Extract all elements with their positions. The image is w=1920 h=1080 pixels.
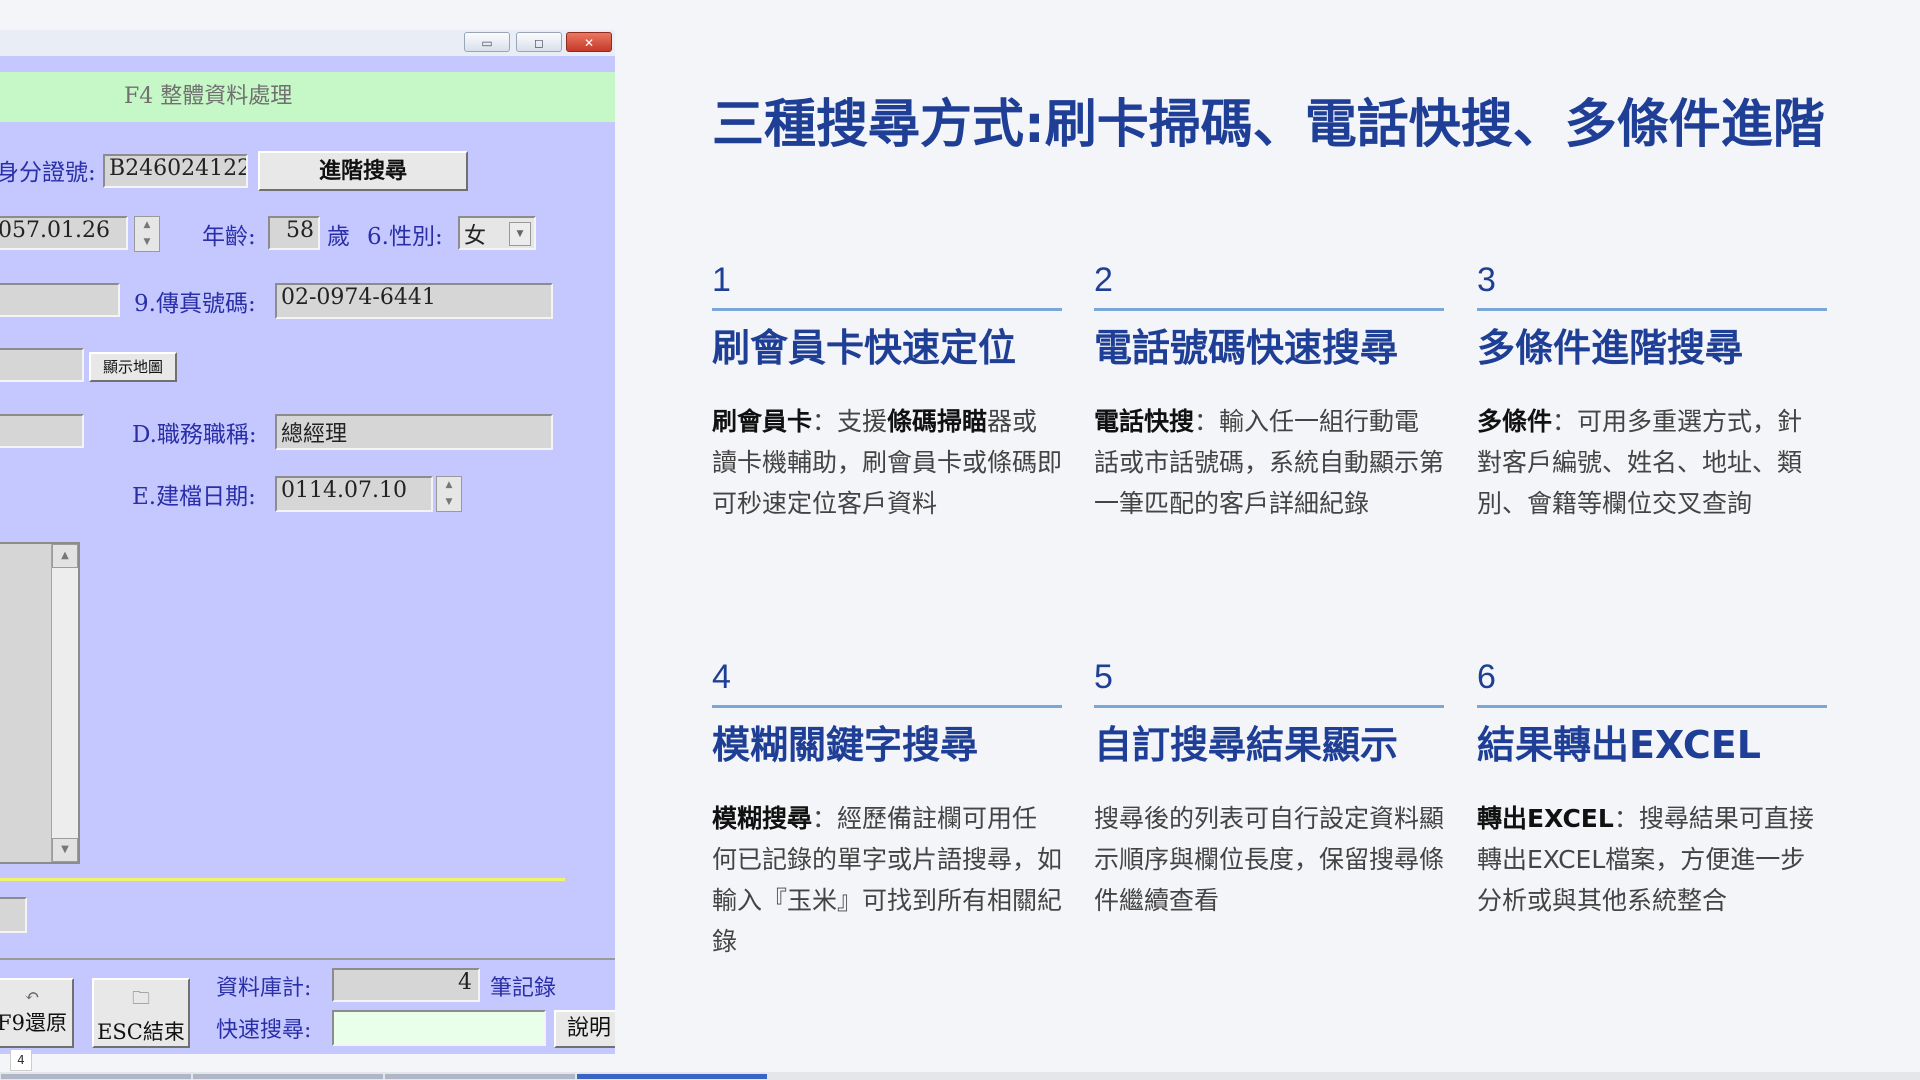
card-number: 1 bbox=[712, 261, 731, 299]
restore-label: F9還原 bbox=[0, 1011, 67, 1035]
progress-segment[interactable] bbox=[961, 1074, 1151, 1079]
gender-value: 女 bbox=[464, 224, 487, 249]
feature-card-1: 1 刷會員卡快速定位 刷會員卡：支援條碼掃瞄器或讀卡機輔助，刷會員卡或條碼即可秒… bbox=[712, 258, 1062, 524]
memo-scrollbar[interactable]: ▲ ▼ bbox=[51, 544, 78, 862]
job-title-field[interactable]: 總經理 bbox=[275, 414, 553, 450]
spin-up-icon[interactable]: ▲ bbox=[135, 217, 159, 234]
page-number-badge: 4 bbox=[10, 1049, 32, 1071]
created-date-label: E.建檔日期: bbox=[132, 484, 256, 510]
address-field[interactable] bbox=[0, 348, 84, 382]
age-field[interactable]: 58 bbox=[268, 216, 320, 250]
quick-search-input[interactable] bbox=[332, 1010, 546, 1046]
form-title: F4 整體資料處理 bbox=[0, 72, 615, 122]
scroll-down-icon[interactable]: ▼ bbox=[52, 838, 78, 862]
card-number: 3 bbox=[1477, 261, 1496, 299]
card-number: 5 bbox=[1094, 658, 1113, 696]
created-date-stepper[interactable]: ▲ ▼ bbox=[436, 476, 462, 512]
feature-card-2: 2 電話號碼快速搜尋 電話快搜：輸入任一組行動電話或市話號碼，系統自動顯示第一筆… bbox=[1094, 258, 1444, 524]
card-heading: 結果轉出EXCEL bbox=[1477, 723, 1761, 767]
card-heading: 模糊關鍵字搜尋 bbox=[712, 723, 979, 767]
feature-card-3: 3 多條件進階搜尋 多條件：可用多重選方式，針對客戶編號、姓名、地址、類別、會籍… bbox=[1477, 258, 1827, 524]
spin-down-icon[interactable]: ▼ bbox=[135, 234, 159, 251]
id-number-label: 身分證號: bbox=[0, 160, 96, 186]
card-number: 4 bbox=[712, 658, 731, 696]
card-description: 刷會員卡：支援條碼掃瞄器或讀卡機輔助，刷會員卡或條碼即可秒速定位客戶資料 bbox=[712, 407, 1063, 518]
progress-segment[interactable] bbox=[769, 1074, 959, 1079]
card-divider bbox=[1477, 705, 1827, 708]
card-description: 模糊搜尋：經歷備註欄可用任何已記錄的單字或片語搜尋，如輸入『玉米』可找到所有相關… bbox=[712, 804, 1063, 956]
memo-textarea[interactable]: ▲ ▼ bbox=[0, 542, 80, 864]
progress-segment[interactable] bbox=[1537, 1074, 1727, 1079]
fax-label: 9.傳真號碼: bbox=[134, 291, 256, 317]
window-titlebar: ▭ ◻ ✕ bbox=[0, 30, 615, 56]
close-button[interactable]: ✕ bbox=[566, 32, 612, 52]
card-number: 6 bbox=[1477, 658, 1496, 696]
help-button[interactable]: 說明 bbox=[554, 1010, 615, 1048]
chevron-down-icon[interactable]: ▼ bbox=[509, 222, 531, 246]
misc-field[interactable] bbox=[0, 897, 27, 933]
bottom-toolbar: ↶ F9還原 🗀 ESC結束 資料庫計: 4 筆記錄 快速搜尋: 說明 bbox=[0, 958, 615, 1054]
phone-field[interactable] bbox=[0, 283, 120, 317]
card-number: 2 bbox=[1094, 261, 1113, 299]
esc-label: ESC結束 bbox=[97, 1020, 185, 1044]
created-date-field[interactable]: 0114.07.10 bbox=[275, 476, 433, 512]
quick-search-label: 快速搜尋: bbox=[216, 1018, 312, 1043]
card-heading: 刷會員卡快速定位 bbox=[712, 326, 1017, 370]
records-unit: 筆記錄 bbox=[490, 976, 557, 1001]
feature-card-6: 6 結果轉出EXCEL 轉出EXCEL：搜尋結果可直接轉出EXCEL檔案，方便進… bbox=[1477, 655, 1827, 921]
id-number-field[interactable]: B246024122 bbox=[103, 154, 248, 188]
card-description: 多條件：可用多重選方式，針對客戶編號、姓名、地址、類別、會籍等欄位交叉查詢 bbox=[1477, 407, 1803, 518]
gender-select[interactable]: 女 ▼ bbox=[458, 216, 536, 250]
card-description: 電話快搜：輸入任一組行動電話或市話號碼，系統自動顯示第一筆匹配的客戶詳細紀錄 bbox=[1094, 407, 1445, 518]
card-description: 轉出EXCEL：搜尋結果可直接轉出EXCEL檔案，方便進一步分析或與其他系統整合 bbox=[1477, 804, 1814, 915]
progress-segment[interactable] bbox=[577, 1074, 767, 1079]
age-unit: 歲 bbox=[327, 224, 350, 250]
gender-label: 6.性別: bbox=[367, 224, 443, 250]
app-window: ▭ ◻ ✕ F4 整體資料處理 身分證號: B246024122 進階搜尋 05… bbox=[0, 30, 615, 1054]
progress-segment[interactable] bbox=[1153, 1074, 1343, 1079]
card-divider bbox=[712, 308, 1062, 311]
job-title-label: D.職務職稱: bbox=[132, 422, 257, 448]
fax-field[interactable]: 02-0974-6441 bbox=[275, 283, 553, 319]
company-field[interactable] bbox=[0, 414, 84, 448]
undo-icon: ↶ bbox=[24, 986, 40, 1007]
restore-button[interactable]: ↶ F9還原 bbox=[0, 978, 74, 1048]
records-label: 資料庫計: bbox=[216, 976, 312, 1001]
esc-exit-button[interactable]: 🗀 ESC結束 bbox=[92, 978, 190, 1048]
progress-segment[interactable] bbox=[1, 1074, 191, 1079]
card-divider bbox=[712, 705, 1062, 708]
maximize-button[interactable]: ◻ bbox=[516, 32, 562, 52]
age-label: 年齡: bbox=[202, 224, 256, 250]
feature-card-5: 5 自訂搜尋結果顯示 搜尋後的列表可自行設定資料顯示順序與欄位長度，保留搜尋條件… bbox=[1094, 655, 1444, 921]
birth-date-stepper[interactable]: ▲ ▼ bbox=[134, 216, 160, 252]
advanced-search-button[interactable]: 進階搜尋 bbox=[258, 151, 468, 191]
folder-icon: 🗀 bbox=[132, 988, 150, 1009]
scroll-up-icon[interactable]: ▲ bbox=[52, 544, 78, 568]
show-map-button[interactable]: 顯示地圖 bbox=[89, 352, 177, 382]
spin-up-icon[interactable]: ▲ bbox=[437, 477, 461, 494]
feature-card-4: 4 模糊關鍵字搜尋 模糊搜尋：經歷備註欄可用任何已記錄的單字或片語搜尋，如輸入『… bbox=[712, 655, 1062, 962]
divider bbox=[0, 878, 565, 881]
minimize-button[interactable]: ▭ bbox=[464, 32, 510, 52]
card-divider bbox=[1477, 308, 1827, 311]
progress-segment[interactable] bbox=[1729, 1074, 1919, 1079]
card-heading: 多條件進階搜尋 bbox=[1477, 326, 1744, 370]
spin-down-icon[interactable]: ▼ bbox=[437, 494, 461, 511]
birth-date-field[interactable]: 057.01.26 bbox=[0, 216, 128, 250]
slide-progress-bar bbox=[0, 1072, 1920, 1080]
progress-segment[interactable] bbox=[385, 1074, 575, 1079]
progress-segment[interactable] bbox=[193, 1074, 383, 1079]
card-description: 搜尋後的列表可自行設定資料顯示順序與欄位長度，保留搜尋條件繼續查看 bbox=[1094, 804, 1445, 915]
progress-segment[interactable] bbox=[1345, 1074, 1535, 1079]
card-heading: 電話號碼快速搜尋 bbox=[1094, 326, 1399, 370]
card-divider bbox=[1094, 705, 1444, 708]
card-divider bbox=[1094, 308, 1444, 311]
records-count-field: 4 bbox=[332, 968, 480, 1002]
slide-title: 三種搜尋方式:刷卡掃碼、電話快搜、多條件進階 bbox=[712, 95, 1825, 155]
card-heading: 自訂搜尋結果顯示 bbox=[1094, 723, 1399, 767]
